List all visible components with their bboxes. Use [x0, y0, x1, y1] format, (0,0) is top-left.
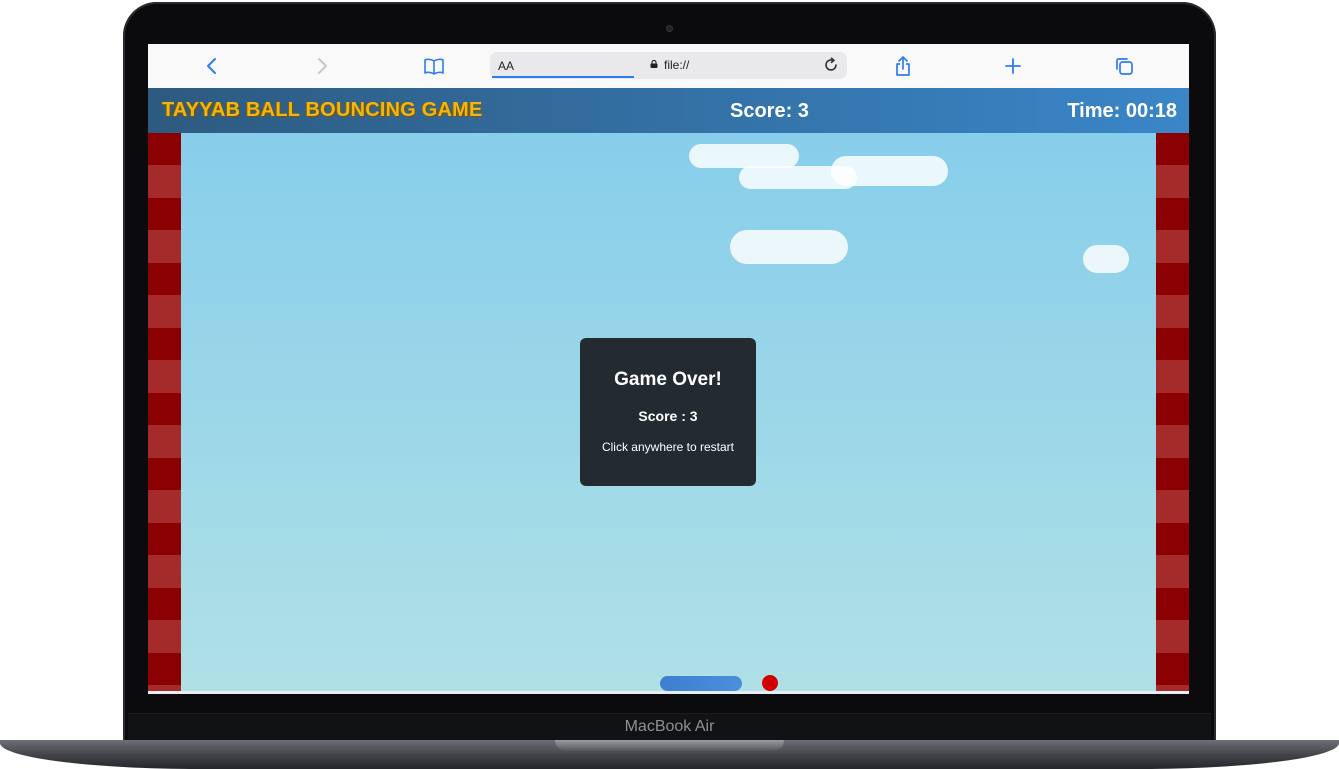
- laptop-mockup: AA file:// TAYYAB BALL BOUNCING GAME Sco: [0, 0, 1339, 769]
- browser-toolbar: AA file://: [148, 44, 1189, 89]
- camera-icon: [666, 25, 673, 32]
- device-brand-label: MacBook Air: [624, 718, 715, 735]
- tabs-icon[interactable]: [1112, 54, 1136, 78]
- restart-hint: Click anywhere to restart: [601, 440, 735, 454]
- cloud: [689, 144, 799, 168]
- share-icon[interactable]: [891, 54, 915, 78]
- paddle[interactable]: [660, 676, 742, 691]
- game-over-dialog[interactable]: Game Over! Score : 3 Click anywhere to r…: [580, 338, 756, 486]
- cloud: [1083, 245, 1129, 273]
- final-score: Score : 3: [638, 408, 698, 424]
- right-wall: [1156, 133, 1189, 692]
- book-icon[interactable]: [422, 54, 446, 78]
- left-wall: [148, 133, 181, 692]
- chevron-right-icon[interactable]: [310, 54, 334, 78]
- game-header: TAYYAB BALL BOUNCING GAME Score: 3 Time:…: [148, 88, 1189, 133]
- page-load-progress: [492, 76, 634, 78]
- time-display: Time: 00:18: [1067, 100, 1177, 122]
- game-title: TAYYAB BALL BOUNCING GAME: [162, 99, 483, 121]
- plus-icon[interactable]: [1001, 54, 1025, 78]
- lock-icon: [650, 60, 658, 68]
- laptop-hinge-notch: [555, 740, 784, 751]
- url-text: file://: [664, 58, 690, 72]
- game-over-title: Game Over!: [614, 369, 722, 390]
- ball: [762, 675, 778, 691]
- ground-line: [148, 691, 1189, 694]
- score-display: Score: 3: [730, 100, 809, 122]
- text-size-button[interactable]: AA: [498, 59, 514, 73]
- reload-icon[interactable]: [821, 55, 841, 75]
- address-bar[interactable]: AA file://: [490, 52, 847, 79]
- chevron-left-icon[interactable]: [200, 54, 224, 78]
- game-play-area[interactable]: Game Over! Score : 3 Click anywhere to r…: [148, 133, 1189, 692]
- cloud: [831, 156, 948, 186]
- browser-screen: AA file:// TAYYAB BALL BOUNCING GAME Sco: [148, 44, 1189, 694]
- cloud: [730, 230, 848, 264]
